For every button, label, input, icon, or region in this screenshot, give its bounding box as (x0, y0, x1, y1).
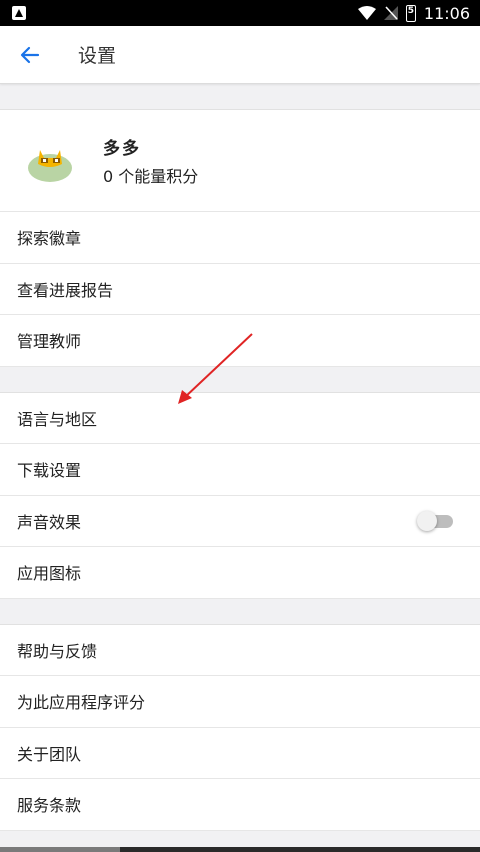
app-bar: 设置 (0, 26, 480, 84)
status-time: 11:06 (423, 3, 470, 23)
item-label: 应用图标 (17, 564, 82, 584)
download-settings-item[interactable]: 下载设置 (0, 444, 480, 496)
help-feedback-item[interactable]: 帮助与反馈 (0, 624, 480, 676)
sound-effects-item[interactable]: 声音效果 (0, 495, 480, 547)
energy-points: 0 个能量积分 (103, 167, 199, 186)
rate-app-item[interactable]: 为此应用程序评分 (0, 676, 480, 728)
sound-effects-toggle[interactable] (417, 510, 453, 531)
section-divider (0, 598, 480, 625)
explore-badges-item[interactable]: 探索徽章 (0, 212, 480, 264)
app-icon-item[interactable]: 应用图标 (0, 547, 480, 599)
item-label: 下载设置 (17, 461, 82, 481)
item-label: 查看进展报告 (17, 280, 114, 300)
app-notification-icon (12, 6, 26, 20)
progress-report-item[interactable]: 查看进展报告 (0, 263, 480, 315)
item-label: 服务条款 (17, 796, 82, 816)
avatar (28, 149, 72, 182)
bottom-scroll-indicator (0, 847, 480, 852)
status-bar: 5 11:06 (0, 0, 480, 26)
item-label: 语言与地区 (17, 409, 98, 429)
settings-section-3: 帮助与反馈 为此应用程序评分 关于团队 服务条款 (0, 624, 480, 831)
settings-section-2: 语言与地区 下载设置 声音效果 应用图标 (0, 392, 480, 599)
profile-name: 多多 (103, 139, 141, 159)
item-label: 声音效果 (17, 512, 82, 532)
battery-icon: 5 (405, 4, 416, 22)
no-signal-icon (383, 6, 398, 20)
terms-of-service-item[interactable]: 服务条款 (0, 779, 480, 831)
item-label: 管理教师 (17, 332, 82, 352)
arrow-left-icon (20, 46, 40, 63)
wifi-icon (357, 6, 376, 20)
profile-card[interactable]: 多多 0 个能量积分 (0, 110, 480, 212)
back-button[interactable] (0, 26, 60, 84)
about-team-item[interactable]: 关于团队 (0, 727, 480, 779)
section-divider (0, 84, 480, 110)
item-label: 探索徽章 (17, 229, 82, 249)
page-title: 设置 (78, 45, 117, 67)
item-label: 帮助与反馈 (17, 641, 98, 661)
annotation-arrow-icon (178, 333, 253, 404)
item-label: 关于团队 (17, 744, 82, 764)
battery-level: 5 (407, 5, 415, 16)
item-label: 为此应用程序评分 (17, 693, 146, 713)
